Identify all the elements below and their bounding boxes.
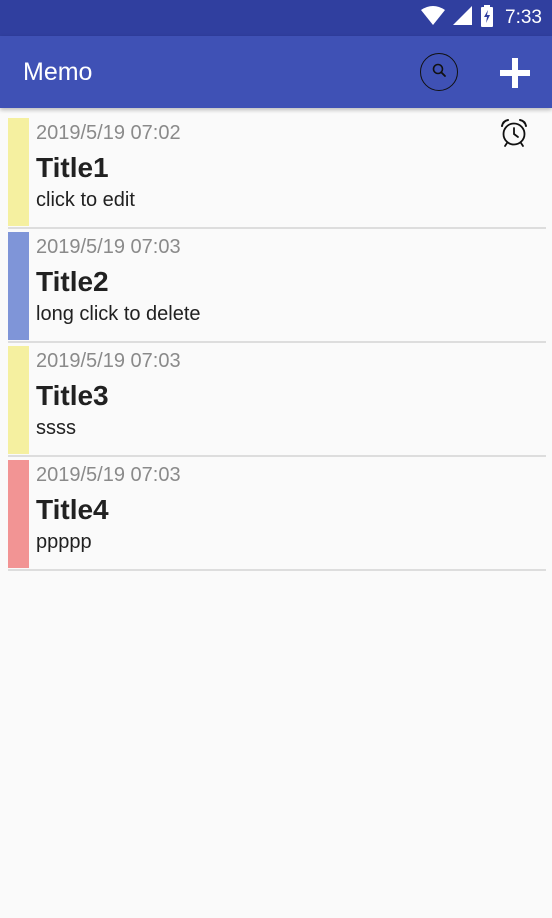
add-button[interactable] bbox=[498, 56, 532, 90]
memo-title: Title2 bbox=[36, 266, 109, 297]
memo-title: Title1 bbox=[36, 152, 109, 183]
status-time: 7:33 bbox=[505, 7, 542, 28]
status-bar: 7:33 bbox=[0, 0, 552, 36]
memo-color-bar bbox=[8, 118, 29, 226]
wifi-icon bbox=[421, 5, 446, 31]
app-title: Memo bbox=[23, 58, 93, 86]
app-bar: Memo bbox=[0, 36, 552, 108]
memo-item[interactable]: 2019/5/19 07:03 Title3 ssss bbox=[0, 336, 552, 457]
memo-body: ssss bbox=[36, 417, 76, 439]
memo-divider bbox=[8, 569, 546, 571]
memo-color-bar bbox=[8, 460, 29, 568]
battery-charging-icon bbox=[481, 4, 494, 32]
memo-color-bar bbox=[8, 346, 29, 454]
memo-item[interactable]: 2019/5/19 07:02 Title1 click to edit bbox=[0, 108, 552, 229]
memo-title: Title3 bbox=[36, 380, 109, 411]
memo-item[interactable]: 2019/5/19 07:03 Title2 long click to del… bbox=[0, 222, 552, 343]
memo-date: 2019/5/19 07:03 bbox=[36, 236, 181, 258]
memo-body: click to edit bbox=[36, 189, 135, 211]
status-icons: 7:33 bbox=[421, 0, 542, 36]
search-button[interactable] bbox=[420, 53, 458, 91]
screen: 7:33 Memo 2019/5/19 07:02 Title1 click t… bbox=[0, 0, 552, 918]
memo-color-bar bbox=[8, 232, 29, 340]
cell-signal-icon bbox=[453, 5, 473, 31]
memo-date: 2019/5/19 07:03 bbox=[36, 350, 181, 372]
alarm-clock-icon bbox=[499, 118, 529, 148]
search-icon bbox=[431, 62, 447, 83]
memo-item[interactable]: 2019/5/19 07:03 Title4 ppppp bbox=[0, 450, 552, 571]
memo-date: 2019/5/19 07:03 bbox=[36, 464, 181, 486]
add-icon bbox=[498, 58, 532, 94]
memo-title: Title4 bbox=[36, 494, 109, 525]
memo-date: 2019/5/19 07:02 bbox=[36, 122, 181, 144]
memo-body: ppppp bbox=[36, 531, 92, 553]
memo-body: long click to delete bbox=[36, 303, 201, 325]
memo-list: 2019/5/19 07:02 Title1 click to edit 201… bbox=[0, 108, 552, 571]
